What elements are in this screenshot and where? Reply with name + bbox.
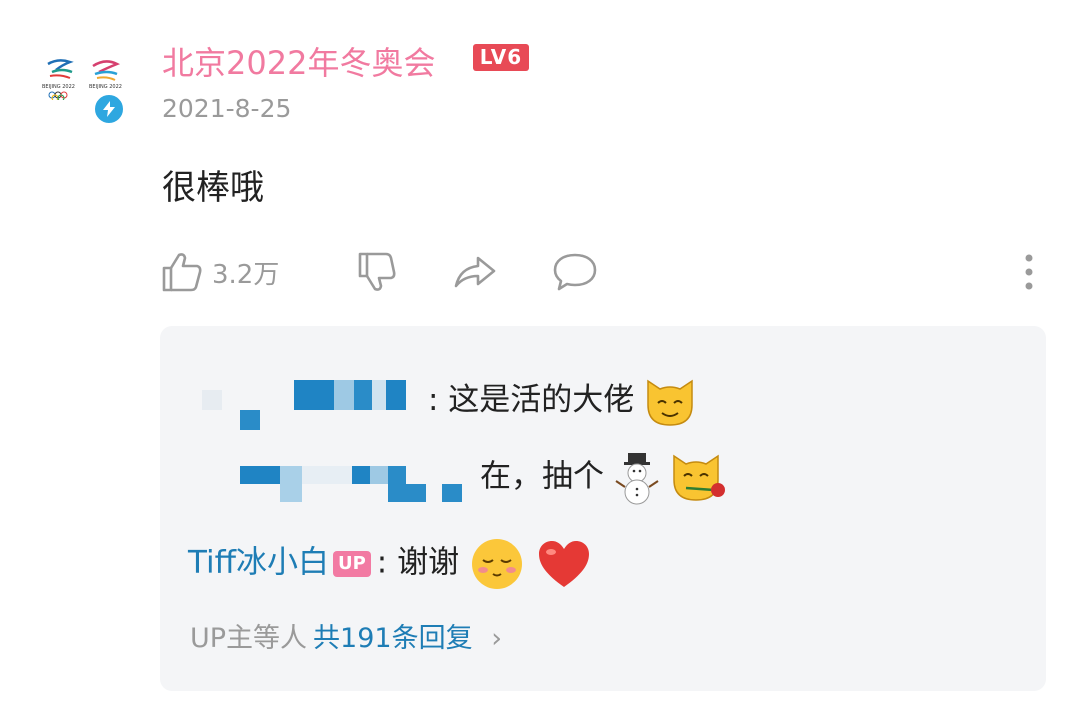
reply-text: 在，抽个 bbox=[480, 458, 604, 495]
share-button[interactable] bbox=[452, 250, 498, 292]
more-replies-prefix: UP主等人 bbox=[190, 623, 308, 654]
reply-text: : 谢谢 bbox=[376, 544, 460, 581]
thumbs-down-icon bbox=[358, 252, 396, 291]
reply-preview-panel[interactable]: : 这是活的大佬 在，抽个 Tiff冰小白 UP: 谢谢 UP主等人 共191… bbox=[160, 326, 1046, 691]
emblem-caption: BEIJING 2022 bbox=[42, 84, 75, 90]
like-count: 3.2万 bbox=[212, 259, 280, 290]
like-button[interactable]: 3.2万 bbox=[160, 250, 279, 294]
comment-text: 很棒哦 bbox=[162, 168, 264, 208]
emblem-caption: BEIJING 2022 bbox=[89, 84, 122, 90]
more-vertical-icon bbox=[1025, 254, 1033, 290]
verified-badge-icon bbox=[92, 92, 126, 126]
reply-text: : 这是活的大佬 bbox=[428, 382, 635, 418]
winter-olympics-emblem-icon: BEIJING 2022 bbox=[42, 59, 75, 100]
more-options-button[interactable] bbox=[1018, 250, 1040, 298]
cat-rose-emoji-icon bbox=[672, 454, 725, 501]
comment-username[interactable]: 北京2022年冬奥会 bbox=[162, 38, 435, 84]
share-icon bbox=[454, 256, 496, 288]
snowman-emoji-icon bbox=[615, 453, 659, 505]
reply-button[interactable] bbox=[552, 250, 598, 294]
paralympics-emblem-icon: BEIJING 2022 bbox=[89, 60, 122, 90]
chevron-right-icon: › bbox=[491, 623, 502, 654]
thumbs-up-icon bbox=[162, 253, 202, 292]
cat-smile-emoji-icon bbox=[647, 379, 693, 426]
blushing-face-emoji-icon bbox=[471, 539, 522, 589]
comment-page: BEIJING 2022 BEIJING 2022 北京2022年冬奥会 LV6… bbox=[0, 0, 1080, 702]
comment-icon bbox=[553, 253, 597, 291]
up-badge: UP bbox=[332, 551, 371, 577]
dislike-button[interactable] bbox=[356, 250, 398, 294]
heart-emoji-icon bbox=[538, 541, 589, 587]
reply-author[interactable]: Tiff冰小白 bbox=[188, 545, 329, 581]
avatar[interactable]: BEIJING 2022 BEIJING 2022 bbox=[30, 50, 140, 130]
view-all-replies-link[interactable]: UP主等人 共191条回复 › bbox=[190, 616, 502, 655]
user-level-badge: LV6 bbox=[473, 44, 529, 71]
reply-count: 共191条回复 bbox=[313, 623, 473, 654]
comment-date: 2021-8-25 bbox=[162, 94, 292, 123]
